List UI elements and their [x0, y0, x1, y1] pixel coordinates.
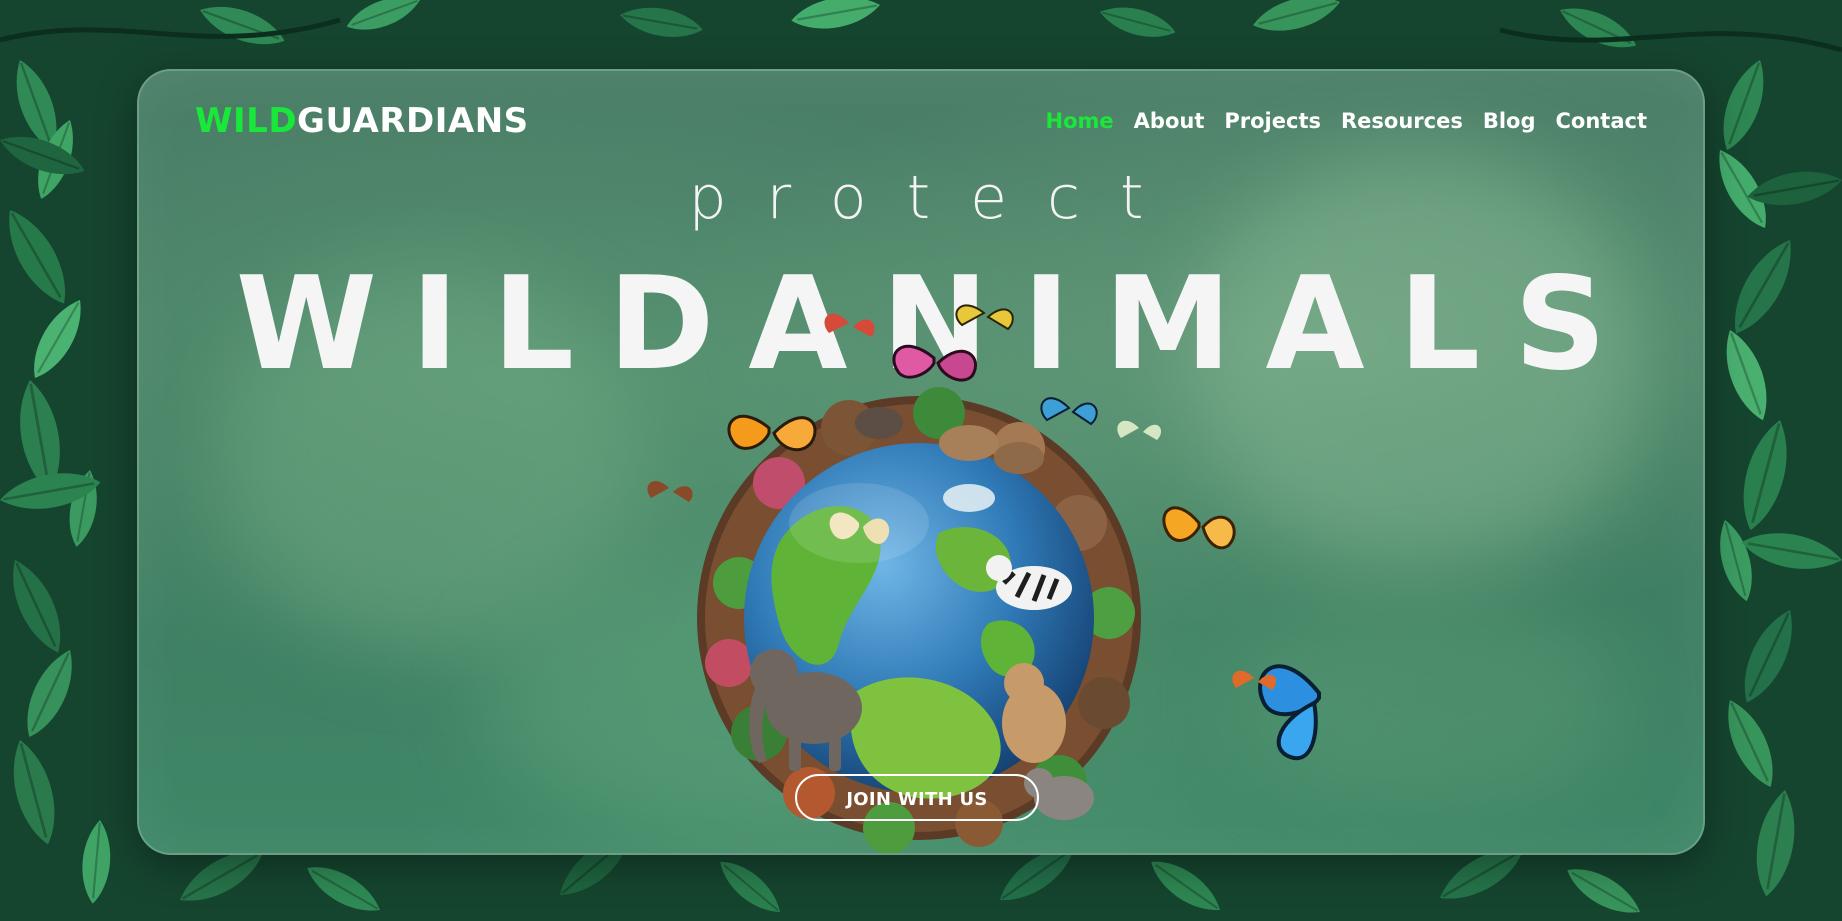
logo-accent-text: WILD [195, 101, 298, 141]
logo-main-text: GUARDIANS [297, 101, 529, 141]
nav-link-about[interactable]: About [1134, 109, 1205, 133]
butterfly-pink-icon [892, 344, 978, 382]
butterfly-pale-icon [1117, 420, 1162, 440]
hero-subtitle: protect [688, 163, 1184, 233]
join-with-us-button[interactable]: JOIN WITH US [795, 774, 1039, 821]
butterfly-teal-icon [1040, 397, 1098, 426]
butterfly-yellow-icon [955, 304, 1014, 331]
hero-glass-panel: WILDGUARDIANS Home About Projects Resour… [137, 69, 1705, 855]
nav-link-resources[interactable]: Resources [1341, 109, 1463, 133]
butterfly-small-icon [647, 481, 693, 502]
nav-link-contact[interactable]: Contact [1556, 109, 1648, 133]
page: WILDGUARDIANS Home About Projects Resour… [0, 0, 1842, 921]
nav-link-blog[interactable]: Blog [1483, 109, 1536, 133]
butterfly-orange-icon [1162, 506, 1236, 550]
globe-wildlife-illustration [647, 304, 1321, 853]
butterfly-red-icon [824, 313, 875, 337]
brand-logo[interactable]: WILDGUARDIANS [195, 101, 529, 141]
nav-link-home[interactable]: Home [1046, 109, 1114, 133]
nav-link-projects[interactable]: Projects [1224, 109, 1321, 133]
main-nav: Home About Projects Resources Blog Conta… [1046, 109, 1647, 133]
butterfly-monarch-icon [727, 414, 817, 452]
